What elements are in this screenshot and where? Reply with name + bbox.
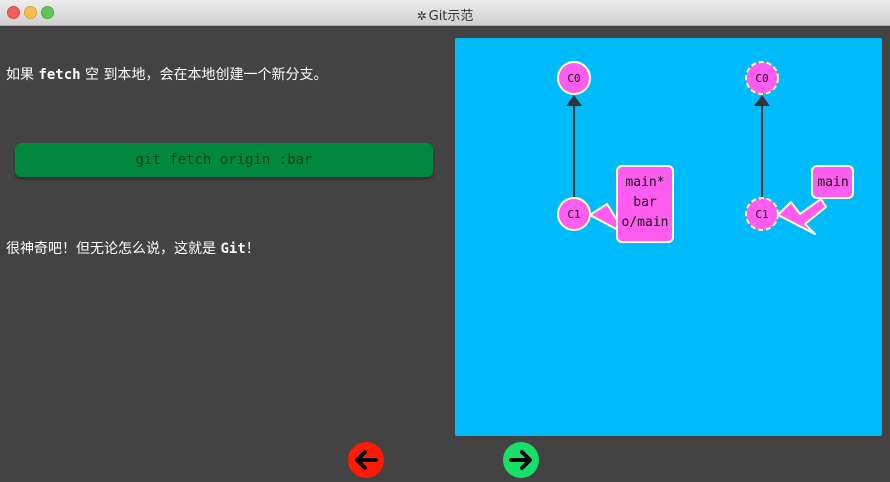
- local-commit-c1-label: C1: [567, 208, 580, 221]
- outro-after: ！: [245, 241, 260, 257]
- local-commit-c0-label: C0: [567, 72, 580, 85]
- remote-branch-arrow: [777, 198, 827, 235]
- intro-text: 如果 fetch 空 到本地，会在本地创建一个新分支。: [6, 64, 328, 84]
- command-button[interactable]: git fetch origin :bar: [15, 143, 433, 177]
- arrow-right-icon: [509, 450, 532, 470]
- intro-after: 空 到本地，会在本地创建一个新分支。: [80, 67, 328, 83]
- outro-keyword: Git: [220, 241, 246, 257]
- window-title: ✲ Git示范: [0, 5, 890, 24]
- gear-icon: ✲: [416, 9, 427, 23]
- remote-edge-arrowhead: [754, 95, 770, 106]
- branch-label-o-main: o/main: [622, 215, 669, 230]
- window-title-text: Git示范: [428, 9, 474, 24]
- previous-button[interactable]: [348, 442, 384, 478]
- intro-keyword: fetch: [38, 67, 81, 83]
- remote-branch-label-main: main: [817, 175, 848, 190]
- git-tree-canvas: main* bar o/main C0 C1 main C0 C1: [557, 61, 854, 243]
- git-visualization: main* bar o/main C0 C1 main C0 C1: [455, 38, 882, 436]
- branch-label-main-star: main*: [625, 175, 664, 190]
- intro-before: 如果: [6, 67, 39, 83]
- branch-label-bar: bar: [633, 195, 657, 210]
- local-edge-arrowhead: [566, 95, 582, 106]
- remote-commit-c1-label: C1: [755, 208, 768, 221]
- window-titlebar: ✲ Git示范: [0, 0, 890, 26]
- outro-text: 很神奇吧！但无论怎么说，这就是 Git！: [6, 238, 260, 258]
- outro-before: 很神奇吧！但无论怎么说，这就是: [6, 241, 221, 257]
- next-button[interactable]: [503, 442, 539, 478]
- remote-commit-c0-label: C0: [755, 72, 768, 85]
- arrow-left-icon: [355, 450, 378, 470]
